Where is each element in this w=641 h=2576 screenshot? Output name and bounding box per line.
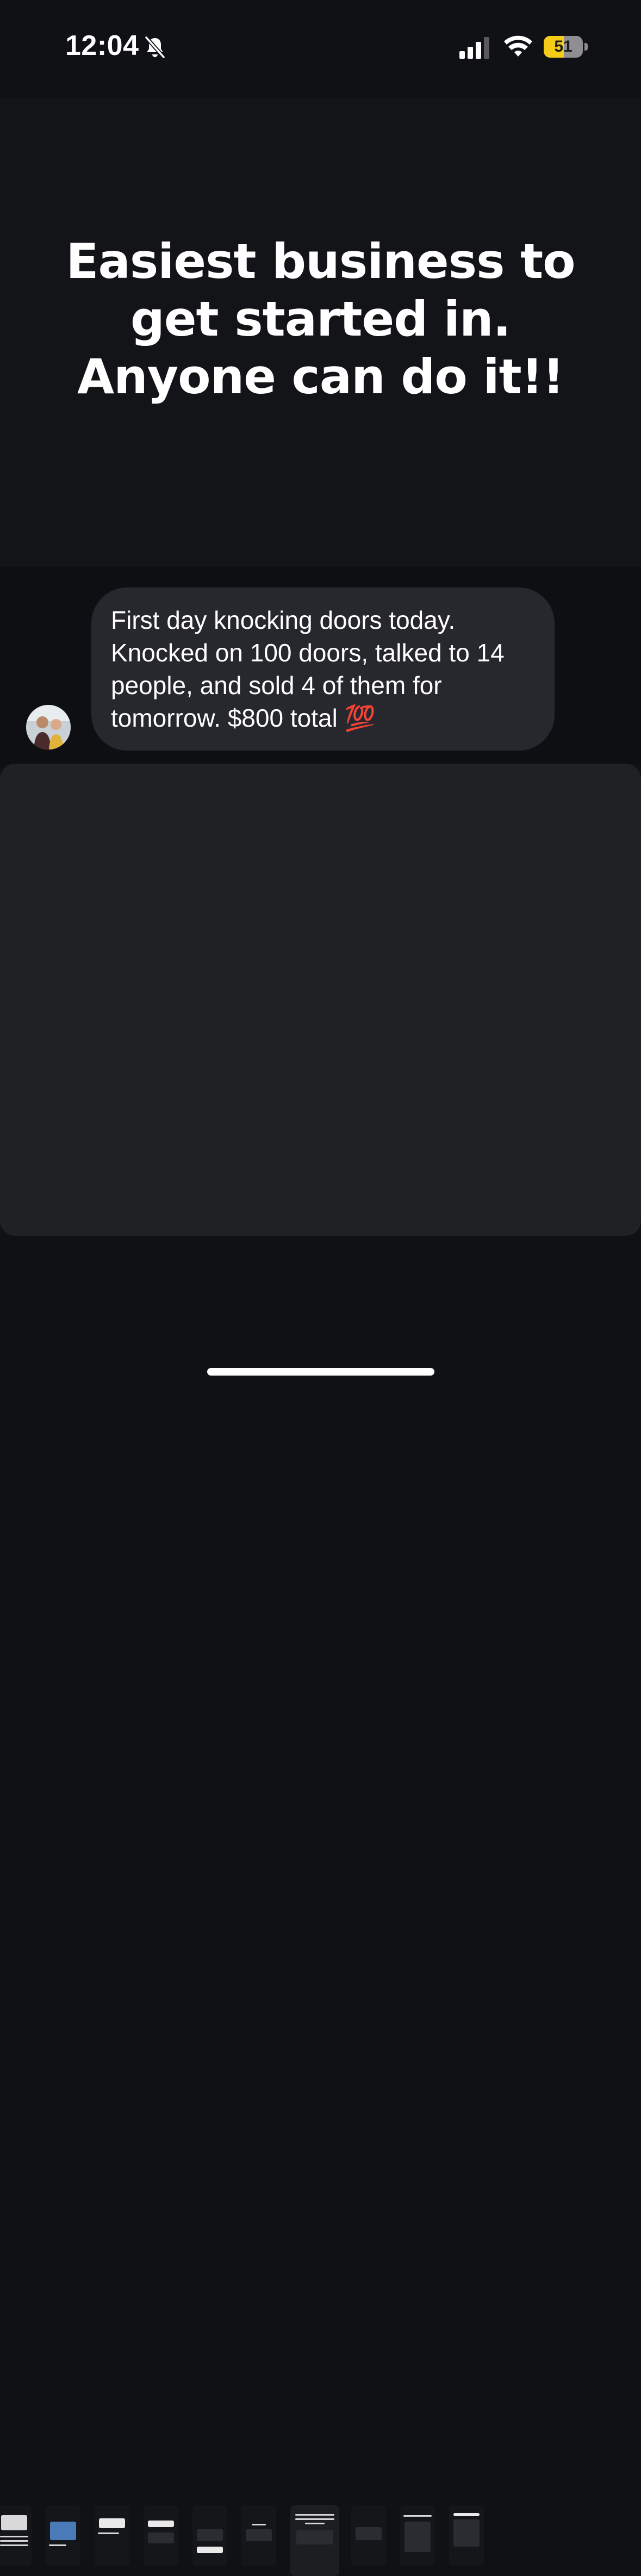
status-bar: 12:04 51 xyxy=(0,0,641,98)
thumbnail[interactable] xyxy=(449,2505,484,2566)
reply-panel xyxy=(0,764,641,1236)
battery-tip xyxy=(584,43,588,51)
cellular-signal-icon xyxy=(459,37,489,59)
thumbnail[interactable] xyxy=(351,2505,386,2566)
thumbnail-current[interactable] xyxy=(290,2505,339,2576)
battery-icon: 51 xyxy=(544,36,588,58)
avatar[interactable] xyxy=(26,705,71,750)
home-indicator[interactable] xyxy=(207,1368,434,1376)
post-headline: Easiest business to get started in. Anyo… xyxy=(66,233,575,405)
thumbnail-strip xyxy=(0,1249,641,2576)
thumbnail[interactable] xyxy=(400,2505,435,2566)
battery-level: 51 xyxy=(554,38,572,55)
status-time: 12:04 xyxy=(65,30,139,61)
thumbnail[interactable] xyxy=(95,2505,129,2566)
thumbnail[interactable] xyxy=(241,2505,276,2566)
thumbnail[interactable] xyxy=(192,2505,227,2566)
battery-body: 51 xyxy=(544,36,583,58)
avatar-photo xyxy=(26,705,71,750)
wifi-icon xyxy=(504,35,532,57)
thumbnail[interactable] xyxy=(144,2505,178,2566)
message-bubble[interactable]: First day knocking doors today. Knocked … xyxy=(91,587,555,751)
thumbnail[interactable] xyxy=(46,2505,80,2566)
bell-slash-icon xyxy=(145,36,165,59)
thumbnail[interactable] xyxy=(0,2505,32,2566)
